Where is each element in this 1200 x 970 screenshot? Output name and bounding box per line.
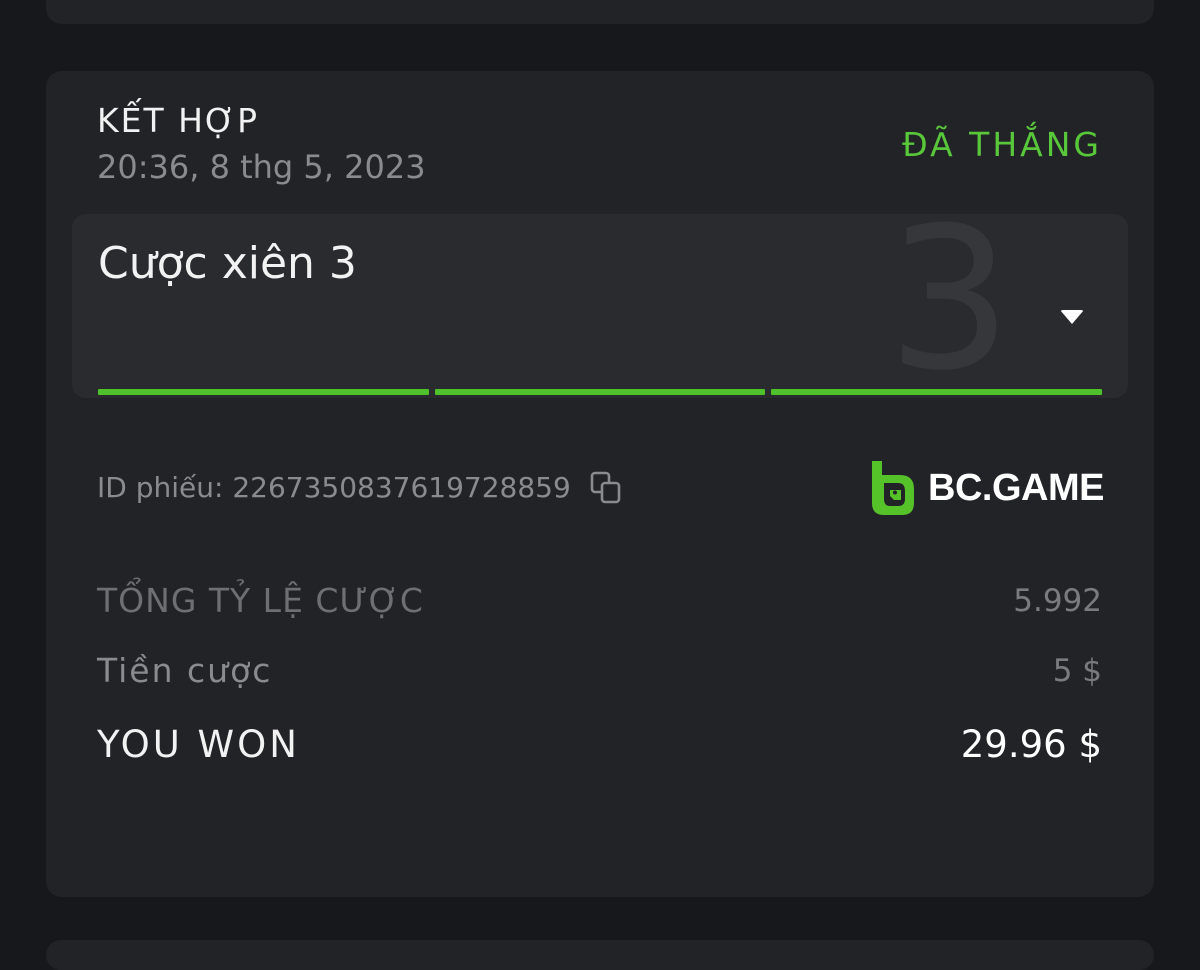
parlay-leg-indicator — [98, 389, 429, 395]
parlay-leg-indicator — [771, 389, 1103, 395]
parlay-leg-count-watermark: 3 — [887, 214, 1012, 398]
previous-bet-card — [46, 0, 1154, 24]
bet-card: KẾT HỢP 20:36, 8 thg 5, 2023 ĐÃ THẮNG 3 … — [46, 71, 1154, 897]
bet-type-label: KẾT HỢP — [97, 101, 259, 140]
copy-icon[interactable] — [589, 470, 625, 506]
brand-logo: BC.GAME — [870, 459, 1104, 517]
won-value: 29.96 $ — [960, 723, 1102, 766]
ticket-id-text: ID phiếu: 2267350837619728859 — [97, 471, 571, 504]
bet-status-badge: ĐÃ THẮNG — [902, 125, 1102, 164]
total-odds-label: TỔNG TỶ LỆ CƯỢC — [97, 581, 424, 620]
total-odds-row: TỔNG TỶ LỆ CƯỢC 5.992 — [97, 579, 1102, 623]
caret-down-icon[interactable] — [1060, 310, 1084, 324]
total-odds-value: 5.992 — [1013, 583, 1102, 619]
stake-value: 5 $ — [1052, 653, 1102, 689]
bet-datetime: 20:36, 8 thg 5, 2023 — [97, 148, 426, 186]
parlay-dropdown[interactable]: 3 Cược xiên 3 — [72, 214, 1128, 398]
stake-row: Tiền cược 5 $ — [97, 649, 1102, 693]
won-label: YOU WON — [97, 723, 300, 766]
next-bet-card — [46, 940, 1154, 970]
parlay-legs-progress — [98, 389, 1103, 395]
stake-label: Tiền cược — [97, 651, 273, 690]
brand-name: BC.GAME — [928, 466, 1104, 509]
parlay-title: Cược xiên 3 — [98, 238, 357, 289]
parlay-leg-indicator — [434, 389, 766, 395]
bc-game-logo-icon — [872, 461, 915, 515]
ticket-id-row: ID phiếu: 2267350837619728859 — [97, 469, 625, 507]
won-row: YOU WON 29.96 $ — [97, 721, 1102, 769]
